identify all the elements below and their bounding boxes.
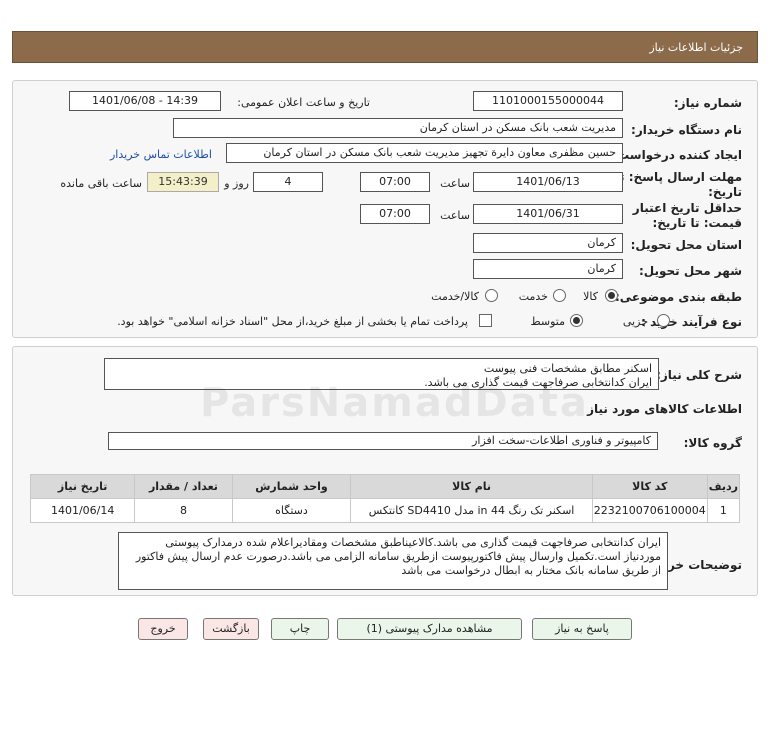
- category-label: طبقه بندی موضوعی:: [614, 290, 742, 304]
- need-number-label: شماره نیاز:: [673, 96, 742, 110]
- goods-section-title: اطلاعات کالاهای مورد نیاز: [587, 402, 742, 416]
- validity-time-field: 07:00: [360, 204, 430, 224]
- reply-button[interactable]: پاسخ به نیاز: [532, 618, 632, 640]
- cell-item-name: اسکنر تک رنگ 44 in مدل SD4410 کانتکس: [350, 498, 593, 523]
- announce-field: 1401/06/08 - 14:39: [69, 91, 221, 111]
- attachments-button[interactable]: مشاهده مدارک پیوستی (1): [337, 618, 522, 640]
- cell-quantity: 8: [134, 498, 233, 523]
- category-option-service: خدمت: [518, 290, 548, 303]
- process-radio-medium[interactable]: [570, 314, 583, 327]
- category-radio-both[interactable]: [485, 289, 498, 302]
- city-label: شهر محل تحویل:: [638, 264, 742, 278]
- process-radio-minor[interactable]: [657, 314, 670, 327]
- validity-label-2: قیمت: تا تاریخ:: [652, 216, 742, 230]
- process-option-minor: جزیی: [622, 315, 648, 328]
- remaining-label: ساعت باقی مانده: [60, 177, 142, 190]
- cell-item-code: 2232100706100004: [591, 498, 708, 523]
- need-number-field: 1101000155000044: [473, 91, 623, 111]
- page: جزئیات اطلاعات نیاز شماره نیاز: 11010001…: [0, 0, 770, 745]
- contact-buyer-link[interactable]: اطلاعات تماس خریدار: [110, 148, 212, 161]
- deadline-label: مهلت ارسال پاسخ: تا: [615, 170, 743, 184]
- deadline-label-2: تاریخ:: [708, 185, 742, 199]
- validity-date-field: 1401/06/31: [473, 204, 623, 224]
- table-header-row: ردیف کد کالا نام کالا واحد شمارش تعداد /…: [29, 474, 741, 499]
- deadline-time-field: 07:00: [360, 172, 430, 192]
- process-option-medium: متوسط: [530, 315, 565, 328]
- category-radio-goods[interactable]: [605, 289, 618, 302]
- table-row: 1 2232100706100004 اسکنر تک رنگ 44 in مد…: [29, 498, 741, 523]
- watermark-text: ParsNamadData: [200, 380, 589, 426]
- summary-label: شرح کلی نیاز:: [656, 368, 742, 382]
- goods-group-field: کامپیوتر و فناوری اطلاعات-سخت افزار: [108, 432, 658, 450]
- province-field: کرمان: [473, 233, 623, 253]
- goods-group-label: گروه کالا:: [683, 436, 742, 450]
- page-title: جزئیات اطلاعات نیاز: [649, 41, 743, 54]
- payment-note: پرداخت تمام یا بخشی از مبلغ خرید،از محل …: [117, 315, 468, 328]
- cell-row-number: 1: [706, 498, 741, 523]
- category-option-goods: کالا: [583, 290, 598, 303]
- validity-label: حداقل تاریخ اعتبار: [632, 201, 742, 215]
- buyer-notes-field: ایران کدانتخابی صرفاجهت قیمت گذاری می با…: [118, 532, 668, 590]
- exit-button[interactable]: خروج: [138, 618, 188, 640]
- page-header: جزئیات اطلاعات نیاز: [12, 31, 758, 63]
- header-item-code: کد کالا: [591, 474, 708, 499]
- days-label: روز و: [224, 177, 249, 190]
- province-label: استان محل تحویل:: [630, 238, 742, 252]
- validity-time-label: ساعت: [440, 209, 470, 222]
- city-field: کرمان: [473, 259, 623, 279]
- header-quantity: تعداد / مقدار: [134, 474, 233, 499]
- header-need-date: تاریخ نیاز: [29, 474, 136, 499]
- buyer-org-label: نام دستگاه خریدار:: [631, 123, 742, 137]
- header-row-number: ردیف: [706, 474, 741, 499]
- creator-label: ایجاد کننده درخواست:: [612, 148, 742, 162]
- remaining-time-field: 15:43:39: [147, 172, 219, 192]
- category-radio-service[interactable]: [553, 289, 566, 302]
- deadline-time-label: ساعت: [440, 177, 470, 190]
- back-button[interactable]: بازگشت: [203, 618, 259, 640]
- creator-field: حسین مظفری معاون دایرة تجهیز مدیریت شعب …: [226, 143, 623, 163]
- announce-label: تاریخ و ساعت اعلان عمومی:: [237, 96, 370, 109]
- print-button[interactable]: چاپ: [271, 618, 329, 640]
- days-field: 4: [253, 172, 323, 192]
- category-option-both: کالا/خدمت: [431, 290, 479, 303]
- buyer-org-field: مدیریت شعب بانک مسکن در استان کرمان: [173, 118, 623, 138]
- items-table: ردیف کد کالا نام کالا واحد شمارش تعداد /…: [29, 474, 741, 523]
- cell-unit: دستگاه: [231, 498, 352, 523]
- treasury-checkbox[interactable]: [479, 314, 492, 327]
- deadline-date-field: 1401/06/13: [473, 172, 623, 192]
- header-unit: واحد شمارش: [231, 474, 352, 499]
- header-item-name: نام کالا: [350, 474, 593, 499]
- cell-need-date: 1401/06/14: [29, 498, 136, 523]
